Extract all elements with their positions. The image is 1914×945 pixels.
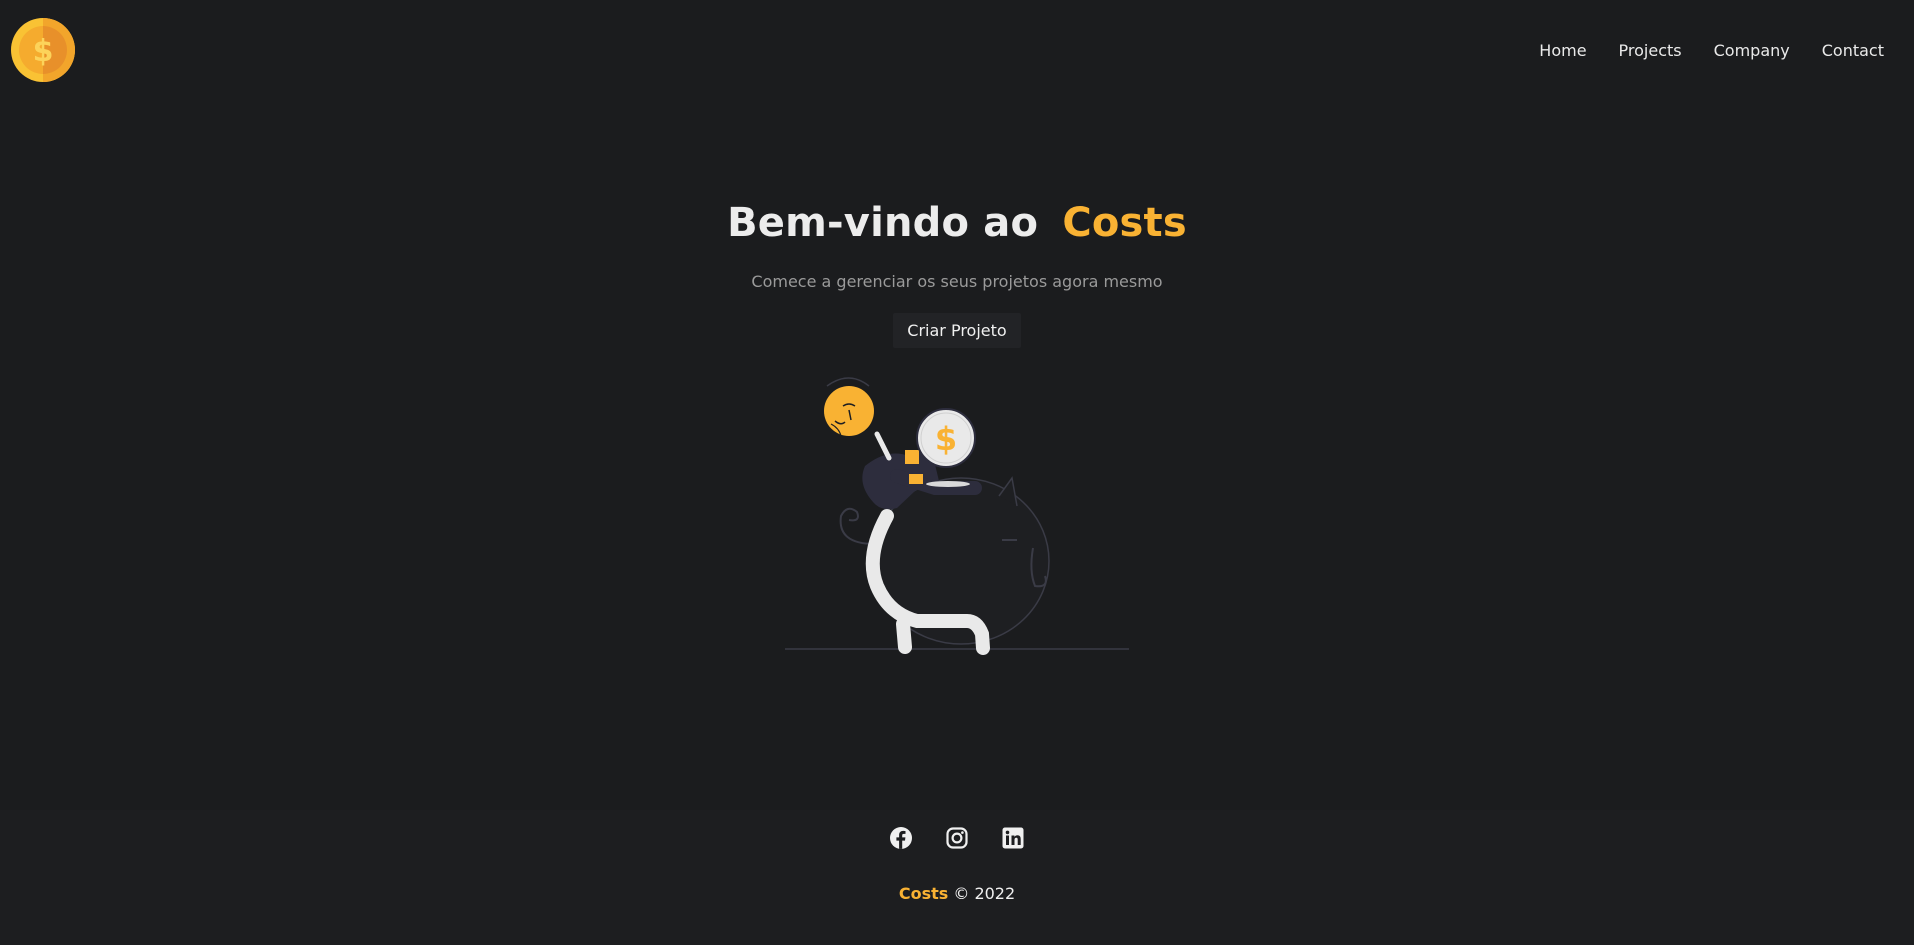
linkedin-icon[interactable]: [1001, 826, 1025, 850]
copyright-year: © 2022: [953, 884, 1016, 903]
instagram-icon[interactable]: [945, 826, 969, 850]
social-links: [889, 826, 1025, 850]
hero-title: Bem-vindo ao Costs: [727, 200, 1187, 246]
dollar-coin-icon[interactable]: $: [10, 17, 76, 83]
svg-text:$: $: [33, 34, 54, 69]
navbar: $ Home Projects Company Contact: [0, 0, 1914, 100]
create-project-button[interactable]: Criar Projeto: [893, 313, 1021, 348]
hero-title-prefix: Bem-vindo ao: [727, 200, 1039, 246]
facebook-icon[interactable]: [889, 826, 913, 850]
piggy-bank-savings-illustration: $: [785, 377, 1129, 655]
svg-text:$: $: [935, 420, 957, 458]
footer-brand: Costs: [898, 884, 949, 903]
hero-subtitle: Comece a gerenciar os seus projetos agor…: [751, 272, 1163, 291]
nav-projects-link[interactable]: Projects: [1619, 41, 1682, 60]
nav-company-link[interactable]: Company: [1714, 41, 1790, 60]
copyright-text: Costs © 2022: [899, 884, 1015, 903]
hero-title-brand: Costs: [1062, 200, 1187, 246]
nav-links: Home Projects Company Contact: [1539, 41, 1884, 60]
nav-contact-link[interactable]: Contact: [1822, 41, 1884, 60]
nav-home-link[interactable]: Home: [1539, 41, 1586, 60]
hero-section: Bem-vindo ao Costs Comece a gerenciar os…: [0, 200, 1914, 656]
footer: Costs © 2022: [0, 810, 1914, 945]
